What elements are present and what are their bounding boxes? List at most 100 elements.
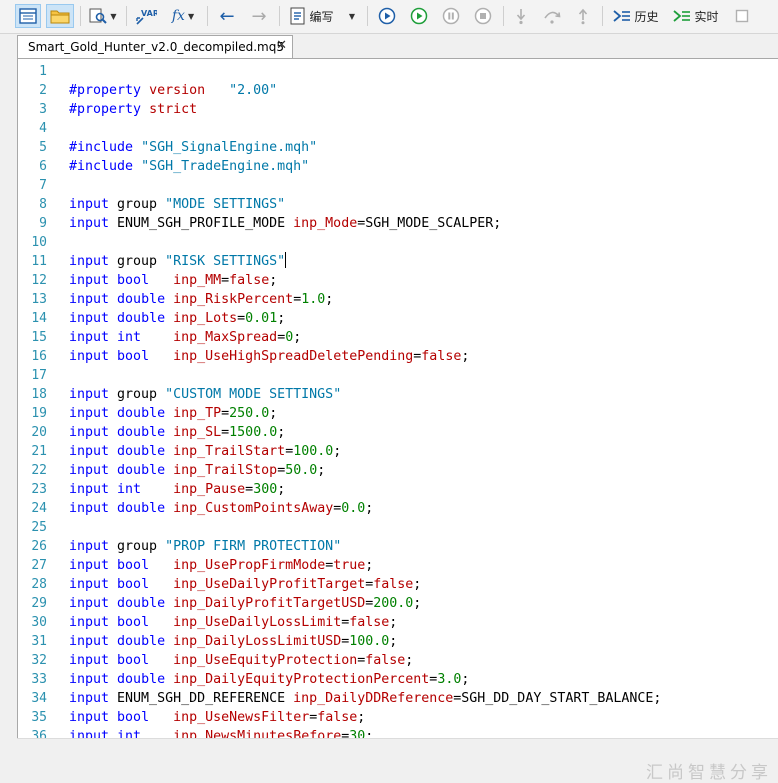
debug-start-button[interactable] xyxy=(375,4,399,28)
code-text: #include "SGH_SignalEngine.mqh" xyxy=(69,138,317,157)
code-token: "CUSTOM MODE SETTINGS" xyxy=(165,387,342,402)
code-line[interactable]: 34 input ENUM_SGH_DD_REFERENCE inp_DailyD… xyxy=(18,689,778,708)
code-token: inp_Pause xyxy=(173,482,246,497)
code-line[interactable]: 25 xyxy=(18,518,778,537)
code-token: double xyxy=(117,406,166,421)
tab-bar: Smart_Gold_Hunter_v2.0_decompiled.mq5 ✕ xyxy=(0,34,778,58)
code-token: ; xyxy=(461,349,470,364)
code-token: = xyxy=(221,273,230,288)
code-token: inp_SL xyxy=(173,425,222,440)
code-line[interactable]: 13 input double inp_RiskPercent=1.0; xyxy=(18,290,778,309)
code-editor[interactable]: 1 2 #property version "2.00" 3 #property str… xyxy=(17,58,778,738)
code-text: input double inp_TrailStop=50.0; xyxy=(69,461,325,480)
text-cursor xyxy=(285,252,287,268)
code-line[interactable]: 1 xyxy=(18,62,778,81)
code-token: strict xyxy=(149,102,198,117)
code-token: ; xyxy=(269,273,278,288)
navigator-toggle-button[interactable] xyxy=(15,4,41,28)
code-token: bool xyxy=(117,710,150,725)
code-line[interactable]: 29 input double inp_DailyProfitTargetUSD=… xyxy=(18,594,778,613)
stop-button[interactable] xyxy=(471,4,495,28)
code-line[interactable]: 2 #property version "2.00" xyxy=(18,81,778,100)
pause-button[interactable] xyxy=(439,4,463,28)
code-token: ; xyxy=(357,710,366,725)
step-out-button[interactable] xyxy=(572,4,594,28)
chevron-down-icon: ▼ xyxy=(348,11,356,21)
code-token: inp_TrailStart xyxy=(173,444,286,459)
code-token: int xyxy=(117,330,142,345)
code-line[interactable]: 19 input double inp_TP=250.0; xyxy=(18,404,778,423)
code-token: input xyxy=(69,463,110,478)
start-button[interactable] xyxy=(407,4,431,28)
code-line[interactable]: 11 input group "RISK SETTINGS" xyxy=(18,252,778,271)
code-line[interactable]: 15 input int inp_MaxSpread=0; xyxy=(18,328,778,347)
compile-dropdown-button[interactable]: ▼ xyxy=(343,4,361,28)
stop-test-button[interactable] xyxy=(731,4,753,28)
code-line[interactable]: 8 input group "MODE SETTINGS" xyxy=(18,195,778,214)
code-line[interactable]: 16 input bool inp_UseHighSpreadDeletePend… xyxy=(18,347,778,366)
code-token: ; xyxy=(405,653,414,668)
code-line[interactable]: 30 input bool inp_UseDailyLossLimit=false… xyxy=(18,613,778,632)
code-line[interactable]: 35 input bool inp_UseNewsFilter=false; xyxy=(18,708,778,727)
compile-label: 编写 xyxy=(309,9,334,24)
code-line[interactable]: 32 input bool inp_UseEquityProtection=fal… xyxy=(18,651,778,670)
code-line[interactable]: 20 input double inp_SL=1500.0; xyxy=(18,423,778,442)
horizontal-scrollbar[interactable] xyxy=(17,738,778,757)
code-token: double xyxy=(117,425,166,440)
code-token: input xyxy=(69,729,110,738)
realtime-test-button[interactable]: 实时 xyxy=(669,4,723,28)
file-tab[interactable]: Smart_Gold_Hunter_v2.0_decompiled.mq5 ✕ xyxy=(17,35,293,58)
code-token: ; xyxy=(365,729,374,738)
find-dropdown-button[interactable]: ▼ xyxy=(85,4,121,28)
code-line[interactable]: 31 input double inp_DailyLossLimitUSD=100… xyxy=(18,632,778,651)
code-text: input double inp_CustomPointsAway=0.0; xyxy=(69,499,373,518)
history-test-button[interactable]: 历史 xyxy=(609,4,663,28)
code-line[interactable]: 36 input int inp_NewsMinutesBefore=30; xyxy=(18,727,778,738)
folder-toggle-button[interactable] xyxy=(46,4,74,28)
close-icon[interactable]: ✕ xyxy=(276,38,287,53)
function-dropdown-button[interactable]: fx ▼ xyxy=(165,4,201,28)
compile-button[interactable]: 编写 xyxy=(287,4,337,28)
code-line[interactable]: 21 input double inp_TrailStart=100.0; xyxy=(18,442,778,461)
code-line[interactable]: 17 xyxy=(18,366,778,385)
line-number: 8 xyxy=(39,197,47,212)
code-line[interactable]: 22 input double inp_TrailStop=50.0; xyxy=(18,461,778,480)
back-button[interactable]: ← xyxy=(215,4,239,28)
code-text: input ENUM_SGH_PROFILE_MODE inp_Mode=SGH… xyxy=(69,214,501,233)
code-line[interactable]: 12 input bool inp_MM=false; xyxy=(18,271,778,290)
code-line[interactable]: 9 input ENUM_SGH_PROFILE_MODE inp_Mode=SG… xyxy=(18,214,778,233)
code-token: false xyxy=(373,577,414,592)
code-text: input ENUM_SGH_DD_REFERENCE inp_DailyDDR… xyxy=(69,689,661,708)
code-token: =SGH_MODE_SCALPER; xyxy=(357,216,502,231)
step-over-button[interactable] xyxy=(540,4,564,28)
code-line[interactable]: 24 input double inp_CustomPointsAway=0.0; xyxy=(18,499,778,518)
code-line[interactable]: 7 xyxy=(18,176,778,195)
step-into-button[interactable] xyxy=(510,4,532,28)
var-button[interactable]: VAR xyxy=(133,4,159,28)
code-line[interactable]: 14 input double inp_Lots=0.01; xyxy=(18,309,778,328)
code-line[interactable]: 33 input double inp_DailyEquityProtection… xyxy=(18,670,778,689)
code-line[interactable]: 10 xyxy=(18,233,778,252)
forward-button[interactable]: → xyxy=(247,4,271,28)
code-line[interactable]: 27 input bool inp_UsePropFirmMode=true; xyxy=(18,556,778,575)
code-text: input double inp_DailyProfitTargetUSD=20… xyxy=(69,594,421,613)
code-line[interactable]: 5 #include "SGH_SignalEngine.mqh" xyxy=(18,138,778,157)
code-line[interactable]: 18 input group "CUSTOM MODE SETTINGS" xyxy=(18,385,778,404)
code-line[interactable]: 4 xyxy=(18,119,778,138)
code-line[interactable]: 28 input bool inp_UseDailyProfitTarget=fa… xyxy=(18,575,778,594)
code-line[interactable]: 23 input int inp_Pause=300; xyxy=(18,480,778,499)
line-number: 12 xyxy=(31,273,47,288)
line-number: 11 xyxy=(31,254,47,269)
svg-text:VAR: VAR xyxy=(141,9,157,18)
code-line[interactable]: 6 #include "SGH_TradeEngine.mqh" xyxy=(18,157,778,176)
code-line[interactable]: 3 #property strict xyxy=(18,100,778,119)
code-token: input xyxy=(69,672,110,687)
code-line[interactable]: 26 input group "PROP FIRM PROTECTION" xyxy=(18,537,778,556)
